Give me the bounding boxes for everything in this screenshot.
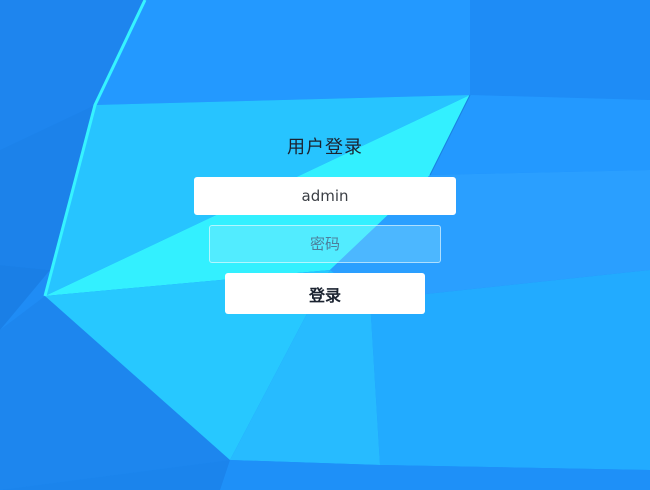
login-title: 用户登录 xyxy=(287,137,363,158)
login-button[interactable]: 登录 xyxy=(225,273,425,314)
username-input[interactable] xyxy=(194,177,456,215)
login-panel: 用户登录 登录 xyxy=(0,0,650,490)
password-input[interactable] xyxy=(209,225,441,263)
login-page: 用户登录 登录 xyxy=(0,0,650,490)
